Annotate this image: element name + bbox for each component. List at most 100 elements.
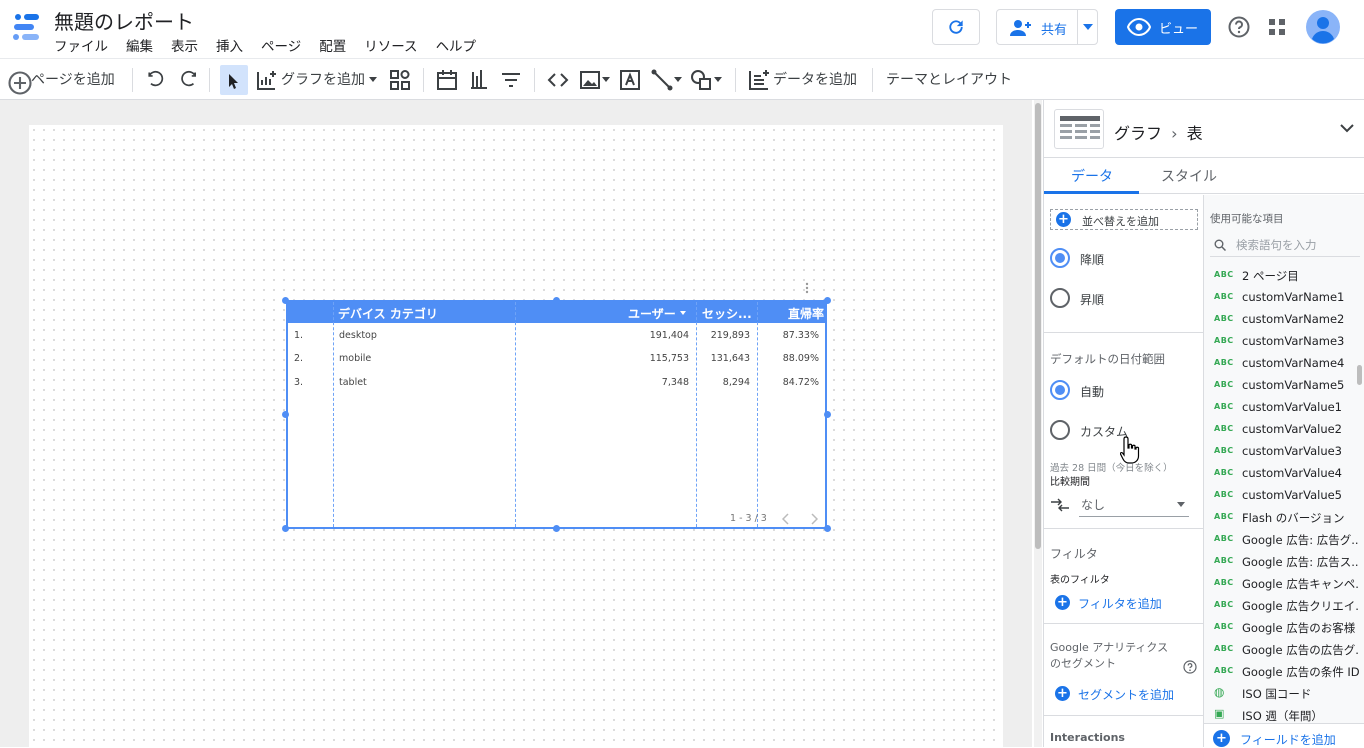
table-chart[interactable]: デバイス カテゴリ ユーザー セッシ... 直帰率 1. desktop 191… bbox=[286, 300, 827, 529]
community-viz-icon[interactable] bbox=[388, 68, 412, 92]
chart-type-thumbnail[interactable] bbox=[1054, 109, 1104, 149]
prev-page-icon[interactable] bbox=[782, 513, 790, 525]
next-page-icon[interactable] bbox=[810, 513, 818, 525]
breadcrumb-root[interactable]: グラフ bbox=[1114, 124, 1162, 143]
refresh-button[interactable] bbox=[932, 9, 980, 45]
share-button[interactable]: 共有 bbox=[996, 9, 1098, 45]
field-item[interactable]: ABC customVarValue3 bbox=[1214, 441, 1359, 463]
col-sessions[interactable]: セッシ... bbox=[702, 305, 752, 322]
share-dropdown-icon[interactable] bbox=[1083, 24, 1093, 30]
menu-arrange[interactable]: 配置 bbox=[319, 35, 346, 55]
embed-code-icon[interactable] bbox=[546, 68, 570, 92]
add-data-button[interactable]: データを追加 bbox=[773, 69, 857, 89]
field-item[interactable]: ABC customVarName2 bbox=[1214, 309, 1359, 331]
chart-more-icon[interactable] bbox=[805, 282, 809, 294]
menu-view[interactable]: 表示 bbox=[171, 35, 198, 55]
resize-handle[interactable] bbox=[282, 525, 289, 532]
field-scrollbar[interactable] bbox=[1357, 365, 1362, 385]
col-bounce-rate[interactable]: 直帰率 bbox=[788, 305, 824, 322]
help-circle-icon[interactable] bbox=[1183, 660, 1197, 674]
resize-handle[interactable] bbox=[553, 525, 560, 532]
data-control-icon[interactable] bbox=[467, 68, 491, 92]
shape-icon[interactable] bbox=[689, 68, 713, 92]
resize-handle[interactable] bbox=[282, 297, 289, 304]
tab-data[interactable]: データ bbox=[1071, 166, 1113, 186]
text-field-icon: ABC bbox=[1214, 358, 1234, 367]
redo-icon[interactable] bbox=[176, 68, 200, 92]
resize-handle[interactable] bbox=[282, 411, 289, 418]
tab-style[interactable]: スタイル bbox=[1161, 166, 1217, 186]
field-name: customVarValue1 bbox=[1242, 400, 1342, 414]
line-dropdown-icon[interactable] bbox=[674, 77, 682, 82]
data-studio-logo[interactable] bbox=[12, 13, 40, 41]
canvas-scroll-thumb[interactable] bbox=[1035, 103, 1041, 549]
col-device-category[interactable]: デバイス カテゴリ bbox=[338, 305, 438, 322]
field-item[interactable]: ABC customVarName1 bbox=[1214, 287, 1359, 309]
image-icon[interactable] bbox=[578, 68, 602, 92]
add-chart-dropdown-icon[interactable] bbox=[369, 77, 377, 82]
add-page-button[interactable]: ページを追加 bbox=[31, 69, 115, 89]
field-name: Google 広告キャンペ... bbox=[1242, 577, 1359, 591]
col-users[interactable]: ユーザー bbox=[628, 305, 676, 322]
sort-desc-radio[interactable] bbox=[1050, 248, 1070, 268]
add-field-icon[interactable]: + bbox=[1213, 730, 1230, 747]
field-item[interactable]: ABC customVarName5 bbox=[1214, 375, 1359, 397]
add-chart-button[interactable]: グラフを追加 bbox=[281, 69, 365, 89]
field-item[interactable]: ABC Google 広告の条件 ID bbox=[1214, 661, 1359, 683]
field-item[interactable]: ◍ ISO 国コード bbox=[1214, 683, 1359, 705]
view-button[interactable]: ビュー bbox=[1115, 9, 1211, 45]
field-item[interactable]: ABC 2 ページ目 bbox=[1214, 265, 1359, 287]
image-dropdown-icon[interactable] bbox=[602, 77, 610, 82]
help-icon[interactable] bbox=[1228, 16, 1250, 38]
compare-period-select[interactable]: なし bbox=[1079, 493, 1189, 517]
field-name: customVarName5 bbox=[1242, 378, 1345, 392]
field-search-box[interactable]: 検索語句を入力 bbox=[1210, 233, 1360, 257]
field-item[interactable]: ABC Google 広告の広告グ... bbox=[1214, 639, 1359, 661]
date-auto-radio[interactable] bbox=[1050, 380, 1070, 400]
menu-insert[interactable]: 挿入 bbox=[216, 35, 243, 55]
field-item[interactable]: ABC customVarName3 bbox=[1214, 331, 1359, 353]
filter-control-icon[interactable] bbox=[499, 68, 523, 92]
field-item[interactable]: ABC customVarValue5 bbox=[1214, 485, 1359, 507]
add-segment-icon[interactable]: + bbox=[1055, 686, 1070, 701]
date-range-icon[interactable] bbox=[435, 68, 459, 92]
resize-handle[interactable] bbox=[824, 525, 831, 532]
menu-resource[interactable]: リソース bbox=[364, 35, 417, 55]
collapse-panel-icon[interactable] bbox=[1340, 124, 1354, 133]
menu-page[interactable]: ページ bbox=[261, 35, 301, 55]
select-tool-button[interactable] bbox=[220, 65, 248, 95]
text-box-icon[interactable] bbox=[618, 68, 642, 92]
report-title[interactable]: 無題のレポート bbox=[54, 6, 194, 35]
field-item[interactable]: ABC Google 広告のお客様 ... bbox=[1214, 617, 1359, 639]
field-item[interactable]: ABC Google 広告キャンペ... bbox=[1214, 573, 1359, 595]
field-item[interactable]: ABC Google 広告クリエイ... bbox=[1214, 595, 1359, 617]
resize-handle[interactable] bbox=[824, 411, 831, 418]
add-filter-icon[interactable]: + bbox=[1055, 595, 1070, 610]
add-filter-link[interactable]: フィルタを追加 bbox=[1078, 595, 1162, 612]
add-field-link[interactable]: フィールドを追加 bbox=[1240, 731, 1336, 748]
shape-dropdown-icon[interactable] bbox=[714, 77, 722, 82]
field-item[interactable]: ABC customVarName4 bbox=[1214, 353, 1359, 375]
field-item[interactable]: ABC Flash のバージョン bbox=[1214, 507, 1359, 529]
resize-handle[interactable] bbox=[553, 297, 560, 304]
add-sort-button[interactable]: + 並べ替えを追加 bbox=[1050, 209, 1198, 230]
add-segment-link[interactable]: セグメントを追加 bbox=[1078, 686, 1174, 703]
date-custom-radio[interactable] bbox=[1050, 420, 1070, 440]
undo-icon[interactable] bbox=[144, 68, 168, 92]
field-name: ISO 国コード bbox=[1242, 687, 1312, 701]
field-item[interactable]: ABC customVarValue1 bbox=[1214, 397, 1359, 419]
avatar[interactable] bbox=[1306, 10, 1340, 44]
menu-edit[interactable]: 編集 bbox=[126, 35, 153, 55]
apps-grid-icon[interactable] bbox=[1269, 19, 1285, 35]
sort-asc-radio[interactable] bbox=[1050, 288, 1070, 308]
menu-help[interactable]: ヘルプ bbox=[436, 35, 477, 55]
field-item[interactable]: ABC customVarValue4 bbox=[1214, 463, 1359, 485]
menu-file[interactable]: ファイル bbox=[54, 35, 108, 55]
field-item[interactable]: ABC Google 広告: 広告ス... bbox=[1214, 551, 1359, 573]
theme-layout-button[interactable]: テーマとレイアウト bbox=[886, 69, 1012, 89]
resize-handle[interactable] bbox=[824, 297, 831, 304]
field-search-input[interactable]: 検索語句を入力 bbox=[1236, 237, 1317, 253]
field-item[interactable]: ABC customVarValue2 bbox=[1214, 419, 1359, 441]
line-icon[interactable] bbox=[650, 68, 674, 92]
field-item[interactable]: ABC Google 広告: 広告グ... bbox=[1214, 529, 1359, 551]
